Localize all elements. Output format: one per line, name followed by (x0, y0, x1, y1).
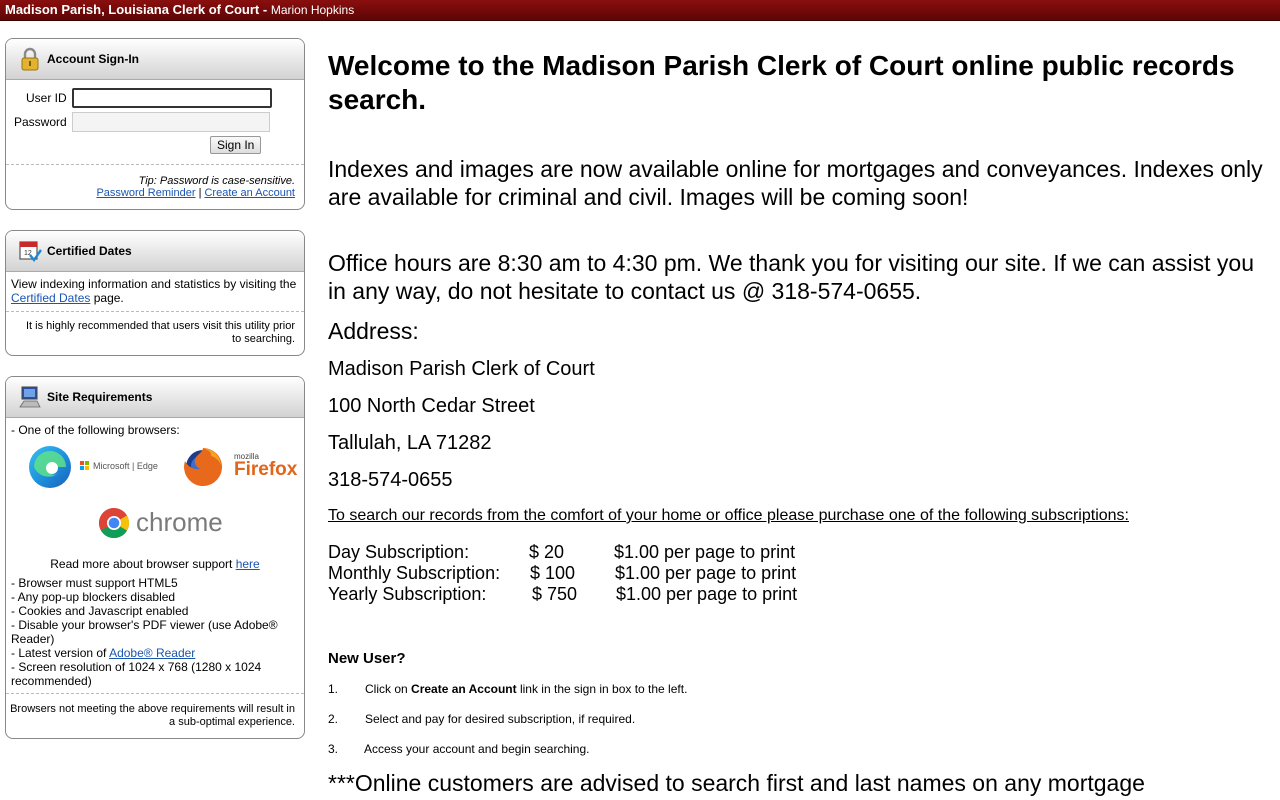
step-number: 2. (328, 712, 339, 726)
requirements-intro: - One of the following browsers: (11, 423, 180, 437)
header-subtitle: Marion Hopkins (270, 3, 355, 17)
address-phone: 318-574-0655 (328, 469, 453, 491)
subscription-print: $1.00 per page to print (616, 584, 798, 604)
subscription-price: $ 750 (532, 584, 578, 604)
indexes-paragraph: Indexes and images are now available onl… (328, 156, 1263, 210)
certified-note: It is highly recommended that users visi… (26, 320, 295, 345)
readmore-text: Read more about browser support (50, 557, 233, 571)
address-line: 100 North Cedar Street (328, 395, 535, 417)
chrome-logo[interactable]: chrome (98, 505, 228, 541)
requirements-divider (6, 693, 304, 694)
step-number: 3. (328, 742, 339, 756)
office-hours-paragraph: Office hours are 8:30 am to 4:30 pm. We … (328, 250, 1254, 304)
requirements-note: Browsers not meeting the above requireme… (10, 703, 295, 728)
certified-text-2: page. (93, 291, 124, 305)
subscription-name: Day Subscription: (328, 542, 470, 562)
certified-title: Certified Dates (47, 244, 132, 258)
new-user-heading: New User? (328, 650, 406, 667)
req-item: - Screen resolution of 1024 x 768 (1280 … (11, 660, 262, 688)
latest-prefix: - Latest version of (11, 646, 107, 660)
certified-panel-header: 12 Certified Dates (6, 231, 304, 272)
signin-panel-header: Account Sign-In (6, 39, 304, 80)
requirements-title: Site Requirements (47, 390, 153, 404)
signin-divider (6, 164, 304, 165)
certified-divider (6, 311, 304, 312)
subscription-row: Day Subscription: $ 20 $1.00 per page to p… (328, 542, 795, 563)
edge-icon (29, 446, 71, 488)
userid-input[interactable] (72, 88, 272, 108)
subscription-print: $1.00 per page to print (615, 563, 797, 583)
address-line: Tallulah, LA 71282 (328, 432, 492, 454)
req-item: - Cookies and Javascript enabled (11, 604, 189, 618)
req-item: - Any pop-up blockers disabled (11, 590, 176, 604)
subscription-row: Yearly Subscription: $ 750 $1.00 per page … (328, 584, 797, 605)
create-account-link[interactable]: Create an Account (204, 187, 295, 199)
adobe-reader-link[interactable]: Adobe® Reader (109, 646, 195, 660)
signin-title: Account Sign-In (47, 52, 139, 66)
certified-text-1: View indexing information and statistics… (11, 277, 297, 291)
password-reminder-link[interactable]: Password Reminder (96, 187, 195, 199)
subscription-print: $1.00 per page to print (614, 542, 796, 562)
calendar-check-icon: 12 (19, 241, 42, 263)
signin-button[interactable]: Sign In (210, 136, 262, 154)
subscription-price: $ 20 (529, 542, 565, 562)
step-text: Access your account and begin searching. (364, 742, 590, 756)
address-label: Address: (328, 318, 419, 344)
step-item: 3. Access your account and begin searchin… (328, 742, 589, 756)
password-input[interactable] (72, 112, 270, 132)
signin-tip: Tip: Password is case-sensitive. (138, 175, 295, 187)
requirements-panel-header: Site Requirements (6, 377, 304, 418)
req-item: - Disable your browser's PDF viewer (use… (11, 618, 278, 646)
browser-support-text: Read more about browser support here (6, 557, 304, 571)
step-item: 1. Click on Create an Account link in the… (328, 682, 687, 696)
advisory-text: ***Online customers are advised to searc… (328, 770, 1145, 796)
edge-logo[interactable]: Microsoft | Edge (28, 445, 158, 489)
firefox-text: Firefox (234, 459, 298, 480)
firefox-logo[interactable]: mozilla Firefox (182, 445, 297, 489)
step-number: 1. (328, 682, 339, 696)
step-text: Click on (365, 682, 408, 696)
password-label: Password (14, 115, 67, 129)
subscription-name: Yearly Subscription: (328, 584, 487, 604)
computer-icon (19, 386, 41, 408)
subscription-name: Monthly Subscription: (328, 563, 501, 583)
subscription-row: Monthly Subscription: $ 100 $1.00 per page… (328, 563, 796, 584)
address-line: Madison Parish Clerk of Court (328, 358, 595, 380)
browser-support-link[interactable]: here (236, 557, 260, 571)
certified-dates-link[interactable]: Certified Dates (11, 291, 90, 305)
step-text: Select and pay for desired subscription,… (365, 712, 636, 726)
step-text-after: link in the sign in box to the left. (519, 682, 688, 696)
signin-links: Password Reminder | Create an Account (96, 187, 295, 199)
links-separator: | (198, 187, 202, 199)
chrome-text: chrome (136, 507, 223, 537)
subscription-price: $ 100 (530, 563, 576, 583)
certified-panel: 12 Certified Dates View indexing informa… (5, 230, 305, 356)
req-item: - Browser must support HTML5 (11, 576, 178, 590)
welcome-heading: Welcome to the Madison Parish Clerk of C… (328, 50, 1235, 115)
edge-text: Microsoft | Edge (93, 461, 158, 471)
header-bar: Madison Parish, Louisiana Clerk of Court… (0, 0, 1280, 21)
step-item: 2. Select and pay for desired subscriptio… (328, 712, 635, 726)
microsoft-logo-icon (80, 461, 90, 471)
lock-icon (21, 47, 39, 71)
signin-panel: Account Sign-In User ID Password Sign In… (5, 38, 305, 210)
userid-label: User ID (26, 91, 67, 105)
certified-text: View indexing information and statistics… (11, 277, 301, 305)
requirements-panel: Site Requirements - One of the following… (5, 376, 305, 739)
requirements-list: - Browser must support HTML5 - Any pop-u… (11, 576, 296, 688)
subscriptions-intro: To search our records from the comfort o… (328, 507, 1129, 524)
firefox-icon (184, 447, 223, 486)
chrome-icon (98, 508, 130, 539)
header-title: Madison Parish, Louisiana Clerk of Court… (5, 2, 268, 17)
step-bold: Create an Account (411, 682, 517, 696)
req-item-latest: - Latest version of Adobe® Reader (11, 646, 296, 660)
